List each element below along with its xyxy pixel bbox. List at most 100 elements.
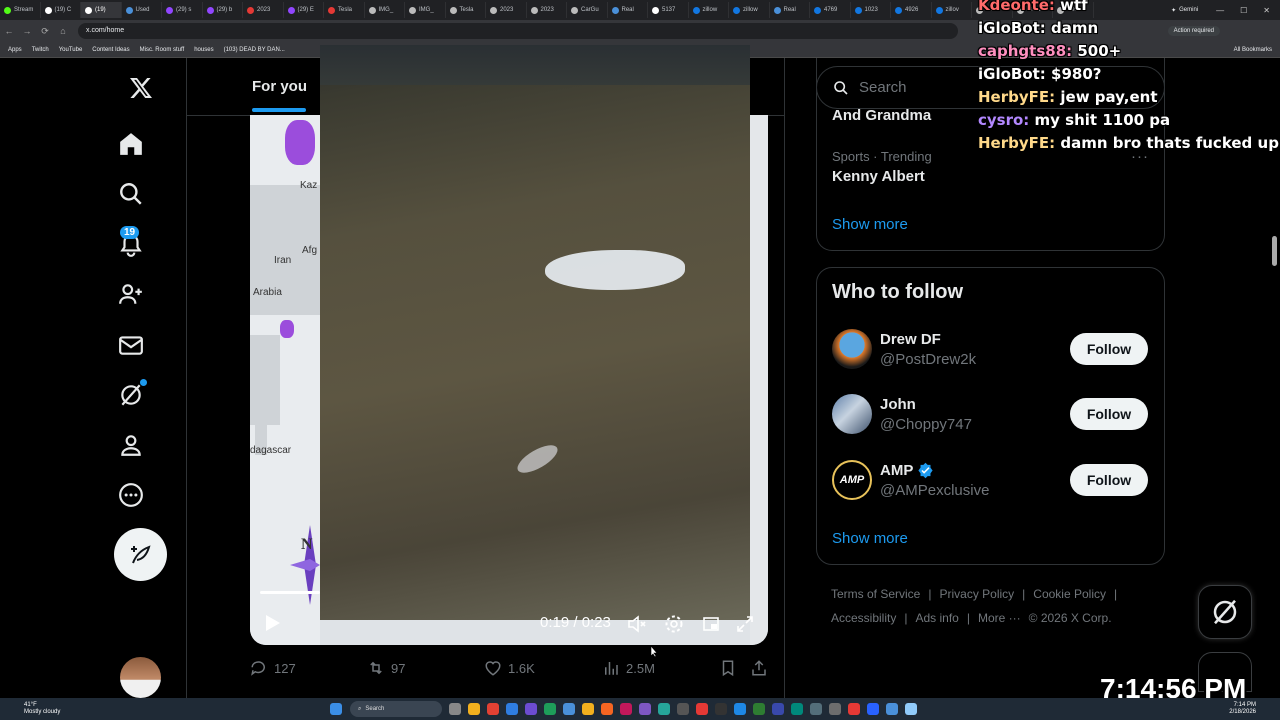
browser-tab[interactable]: Used <box>122 2 162 18</box>
bookmark-item[interactable]: houses <box>194 47 213 53</box>
taskbar-app-icon[interactable] <box>696 703 708 715</box>
browser-tab[interactable]: IMG_ <box>405 2 446 18</box>
browser-tab[interactable]: zillow <box>729 2 770 18</box>
taskbar-app-icon[interactable] <box>563 703 575 715</box>
taskbar-app-icon[interactable] <box>734 703 746 715</box>
follow-show-more[interactable]: Show more <box>832 530 908 547</box>
taskbar-app-icon[interactable] <box>772 703 784 715</box>
mute-icon[interactable] <box>627 614 647 639</box>
follow-button[interactable]: Follow <box>1070 464 1148 496</box>
follow-button[interactable]: Follow <box>1070 398 1148 430</box>
browser-tab[interactable]: (29) s <box>162 2 203 18</box>
popout-video-player[interactable] <box>320 45 750 620</box>
reply-button[interactable]: 127 <box>250 659 296 677</box>
profile-icon[interactable] <box>114 428 148 462</box>
footer-link[interactable]: Ads info <box>915 611 958 625</box>
taskbar-app-icon[interactable] <box>658 703 670 715</box>
browser-tab[interactable]: zillov <box>932 2 972 18</box>
url-field[interactable]: x.com/home <box>78 23 958 39</box>
taskbar-app-icon[interactable] <box>905 703 917 715</box>
browser-tab[interactable]: (19) C <box>41 2 81 18</box>
browser-tab[interactable]: (29) E <box>284 2 324 18</box>
forward-icon[interactable]: → <box>18 26 36 36</box>
browser-tab[interactable]: 2023 <box>486 2 527 18</box>
user-avatar[interactable] <box>832 394 872 434</box>
weather-widget[interactable]: 41°F Mostly cloudy <box>0 702 330 716</box>
taskbar-app-icon[interactable] <box>810 703 822 715</box>
home-nav-icon[interactable] <box>114 127 148 161</box>
browser-tab[interactable]: Real <box>608 2 648 18</box>
browser-tab[interactable]: 5137 <box>648 2 689 18</box>
page-scrollbar[interactable] <box>1272 236 1277 266</box>
browser-tab[interactable]: Real <box>770 2 810 18</box>
user-name[interactable]: AMP <box>880 462 934 479</box>
taskbar-app-icon[interactable] <box>848 703 860 715</box>
fullscreen-icon[interactable] <box>735 614 755 639</box>
taskbar-app-icon[interactable] <box>677 703 689 715</box>
bookmark-item[interactable]: Apps <box>8 47 22 53</box>
trends-show-more[interactable]: Show more <box>832 216 908 233</box>
follow-suggestion[interactable]: AMP AMP @AMPexclusive Follow <box>832 460 1150 504</box>
browser-tab[interactable]: 1023 <box>851 2 891 18</box>
footer-link[interactable]: More ··· <box>978 611 1021 625</box>
bookmark-item[interactable]: Twitch <box>32 47 49 53</box>
play-icon[interactable] <box>264 613 282 633</box>
browser-tab[interactable]: IMG_ <box>365 2 405 18</box>
taskbar-app-icon[interactable] <box>487 703 499 715</box>
bookmark-button[interactable] <box>719 659 737 677</box>
views-button[interactable]: 2.5M <box>602 659 655 677</box>
browser-tab[interactable]: 4926 <box>891 2 932 18</box>
browser-tab[interactable]: Stream <box>0 2 41 18</box>
like-button[interactable]: 1.6K <box>484 659 535 677</box>
footer-link[interactable]: © 2026 X Corp. <box>1029 611 1112 625</box>
home-icon[interactable]: ⌂ <box>54 26 72 36</box>
browser-tab[interactable]: (19) <box>81 2 122 18</box>
footer-link[interactable]: Accessibility <box>831 611 896 625</box>
browser-tab[interactable]: Tesla <box>446 2 486 18</box>
footer-link[interactable]: Cookie Policy <box>1033 587 1106 601</box>
taskbar-app-icon[interactable] <box>886 703 898 715</box>
browser-tab[interactable]: 2023 <box>527 2 567 18</box>
taskbar-app-icon[interactable] <box>468 703 480 715</box>
taskbar-app-icon[interactable] <box>620 703 632 715</box>
post-compose-button[interactable] <box>114 528 167 581</box>
footer-link[interactable]: Privacy Policy <box>939 587 1014 601</box>
share-button[interactable] <box>750 659 768 677</box>
back-icon[interactable]: ← <box>0 26 18 36</box>
picture-in-picture-icon[interactable] <box>701 614 721 639</box>
user-avatar[interactable] <box>832 329 872 369</box>
browser-tab[interactable]: CarGu <box>567 2 608 18</box>
bookmark-item[interactable]: (103) DEAD BY DAN... <box>224 47 285 53</box>
bookmark-item[interactable]: YouTube <box>59 47 83 53</box>
browser-tab[interactable]: 4769 <box>810 2 851 18</box>
browser-tab[interactable]: 2023 <box>243 2 284 18</box>
taskbar-app-icon[interactable] <box>867 703 879 715</box>
repost-button[interactable]: 97 <box>367 659 405 677</box>
grok-floating-button[interactable] <box>1198 585 1252 639</box>
bookmark-item[interactable]: Misc. Room stuff <box>140 47 185 53</box>
taskbar-app-icon[interactable] <box>753 703 765 715</box>
taskbar-app-icon[interactable] <box>791 703 803 715</box>
taskbar-search[interactable]: ⌕ Search <box>350 701 442 717</box>
explore-search-icon[interactable] <box>114 177 148 211</box>
follow-suggestion[interactable]: John @Choppy747 Follow <box>832 394 1150 438</box>
settings-gear-icon[interactable] <box>664 614 684 639</box>
follow-suggestion[interactable]: Drew DF @PostDrew2k Follow <box>832 329 1150 373</box>
taskbar-app-icon[interactable] <box>829 703 841 715</box>
user-name[interactable]: John <box>880 396 916 413</box>
user-avatar[interactable]: AMP <box>832 460 872 500</box>
system-tray-clock[interactable]: 7:14 PM 2/18/2026 <box>1229 702 1280 716</box>
reload-icon[interactable]: ⟳ <box>36 26 54 37</box>
more-options-icon[interactable] <box>114 478 148 512</box>
follow-people-icon[interactable] <box>114 277 148 311</box>
messages-mail-icon[interactable] <box>114 328 148 362</box>
windows-start-icon[interactable] <box>330 703 342 715</box>
taskbar-app-icon[interactable] <box>639 703 651 715</box>
trend-title[interactable]: Kenny Albert <box>832 168 925 185</box>
taskbar-app-icon[interactable] <box>544 703 556 715</box>
taskbar-app-icon[interactable] <box>715 703 727 715</box>
footer-link[interactable]: Terms of Service <box>831 587 920 601</box>
taskbar-app-icon[interactable] <box>525 703 537 715</box>
user-name[interactable]: Drew DF <box>880 331 941 348</box>
video-progress-bar[interactable] <box>260 591 320 594</box>
